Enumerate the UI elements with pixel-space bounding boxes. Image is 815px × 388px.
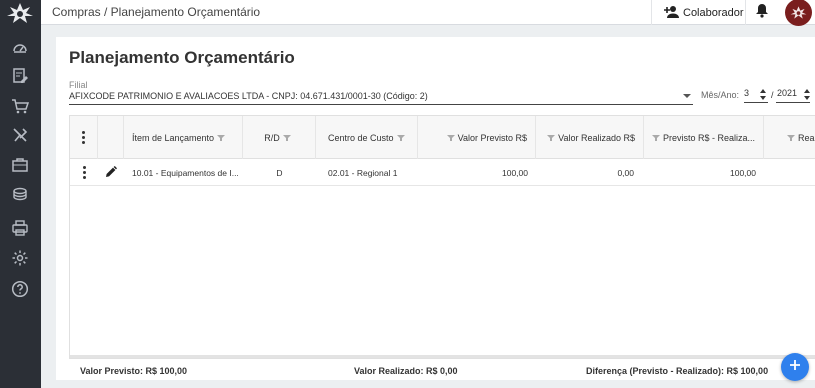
header-centro-custo[interactable]: Centro de Custo (316, 116, 418, 159)
kebab-menu-icon (82, 131, 86, 144)
filial-label: Filial (69, 80, 88, 90)
filial-value: AFIXCODE PATRIMONIO E AVALIACOES LTDA - … (69, 91, 428, 101)
header-valor-previsto-label: Valor Previsto R$ (457, 132, 527, 143)
collaborator-button[interactable]: Colaborador (651, 0, 745, 25)
cell-rd: D (276, 167, 283, 178)
filter-icon[interactable] (396, 134, 405, 141)
cart-icon[interactable] (11, 97, 29, 115)
dropdown-arrow-icon (683, 94, 691, 98)
cell-centro: 02.01 - Regional 1 (328, 167, 398, 178)
row-edit-button[interactable] (98, 159, 124, 186)
briefcase-icon[interactable] (11, 156, 29, 174)
printer-icon[interactable] (11, 219, 29, 237)
filter-icon[interactable] (282, 134, 291, 141)
edit-document-icon[interactable] (11, 67, 29, 85)
header-edit-column (98, 116, 124, 159)
settings-icon[interactable] (11, 249, 29, 267)
mes-ano-label: Mês/Ano: (701, 90, 740, 100)
add-button[interactable] (781, 353, 809, 381)
header-previsto-realizado-label: Previsto R$ - Realiza... (662, 132, 755, 143)
header-extra[interactable]: Real (764, 116, 815, 159)
main-card: Planejamento Orçamentário Filial AFIXCOD… (56, 37, 815, 380)
cell-valor-previsto: 100,00 (502, 167, 528, 178)
grid-footer-border (70, 354, 815, 358)
tools-icon[interactable] (11, 126, 29, 144)
filter-icon[interactable] (217, 134, 226, 141)
row-menu-button[interactable] (70, 159, 98, 186)
table-row[interactable]: 10.01 - Equipamentos de I... D 02.01 - R… (70, 159, 815, 186)
header-extra-label: Real (798, 132, 815, 143)
filter-icon[interactable] (446, 134, 455, 141)
sidebar (0, 0, 41, 388)
add-person-icon (664, 5, 680, 21)
app-logo[interactable] (6, 2, 34, 24)
user-avatar[interactable] (785, 0, 812, 26)
header-rd-label: R/D (264, 132, 280, 143)
header-valor-previsto[interactable]: Valor Previsto R$ (418, 116, 536, 159)
bell-icon (755, 3, 769, 23)
dashboard-icon[interactable] (11, 38, 29, 56)
cell-previsto-realizado: 100,00 (730, 167, 756, 178)
header-item-label: Ítem de Lançamento (132, 132, 215, 143)
filter-icon[interactable] (547, 134, 556, 141)
header-item-lancamento[interactable]: Ítem de Lançamento (124, 116, 243, 159)
collaborator-label: Colaborador (683, 6, 744, 19)
header-rd[interactable]: R/D (243, 116, 316, 159)
pencil-icon (105, 165, 117, 180)
cell-item: 10.01 - Equipamentos de I... (132, 167, 239, 178)
header-previsto-realizado[interactable]: Previsto R$ - Realiza... (644, 116, 764, 159)
total-diferenca: Diferença (Previsto - Realizado): R$ 100… (586, 366, 769, 376)
header-valor-realizado-label: Valor Realizado R$ (558, 132, 635, 143)
coins-icon[interactable] (11, 186, 29, 204)
total-valor-previsto: Valor Previsto: R$ 100,00 (80, 366, 188, 376)
header-centro-label: Centro de Custo (328, 132, 394, 143)
help-icon[interactable] (11, 280, 29, 298)
budget-grid: Ítem de Lançamento R/D Centro de Custo V… (69, 115, 815, 359)
date-separator: / (771, 90, 774, 100)
year-stepper-icon[interactable] (804, 89, 810, 101)
cell-valor-realizado: 0,00 (617, 167, 634, 178)
month-value: 3 (744, 88, 750, 98)
filial-select[interactable]: AFIXCODE PATRIMONIO E AVALIACOES LTDA - … (69, 91, 693, 105)
grid-header: Ítem de Lançamento R/D Centro de Custo V… (70, 116, 815, 159)
month-stepper-icon[interactable] (760, 89, 766, 101)
notifications-button[interactable] (745, 0, 777, 25)
header-menu-button[interactable] (70, 116, 98, 159)
year-value: 2021 (777, 88, 798, 98)
header-valor-realizado[interactable]: Valor Realizado R$ (536, 116, 644, 159)
kebab-menu-icon (82, 166, 86, 179)
breadcrumb: Compras / Planejamento Orçamentário (52, 5, 261, 19)
filter-icon[interactable] (787, 134, 795, 141)
page-title: Planejamento Orçamentário (69, 48, 295, 67)
top-bar: Compras / Planejamento Orçamentário Cola… (41, 0, 815, 26)
plus-icon (789, 358, 801, 376)
filter-icon[interactable] (651, 134, 660, 141)
total-valor-realizado: Valor Realizado: R$ 0,00 (354, 366, 458, 376)
